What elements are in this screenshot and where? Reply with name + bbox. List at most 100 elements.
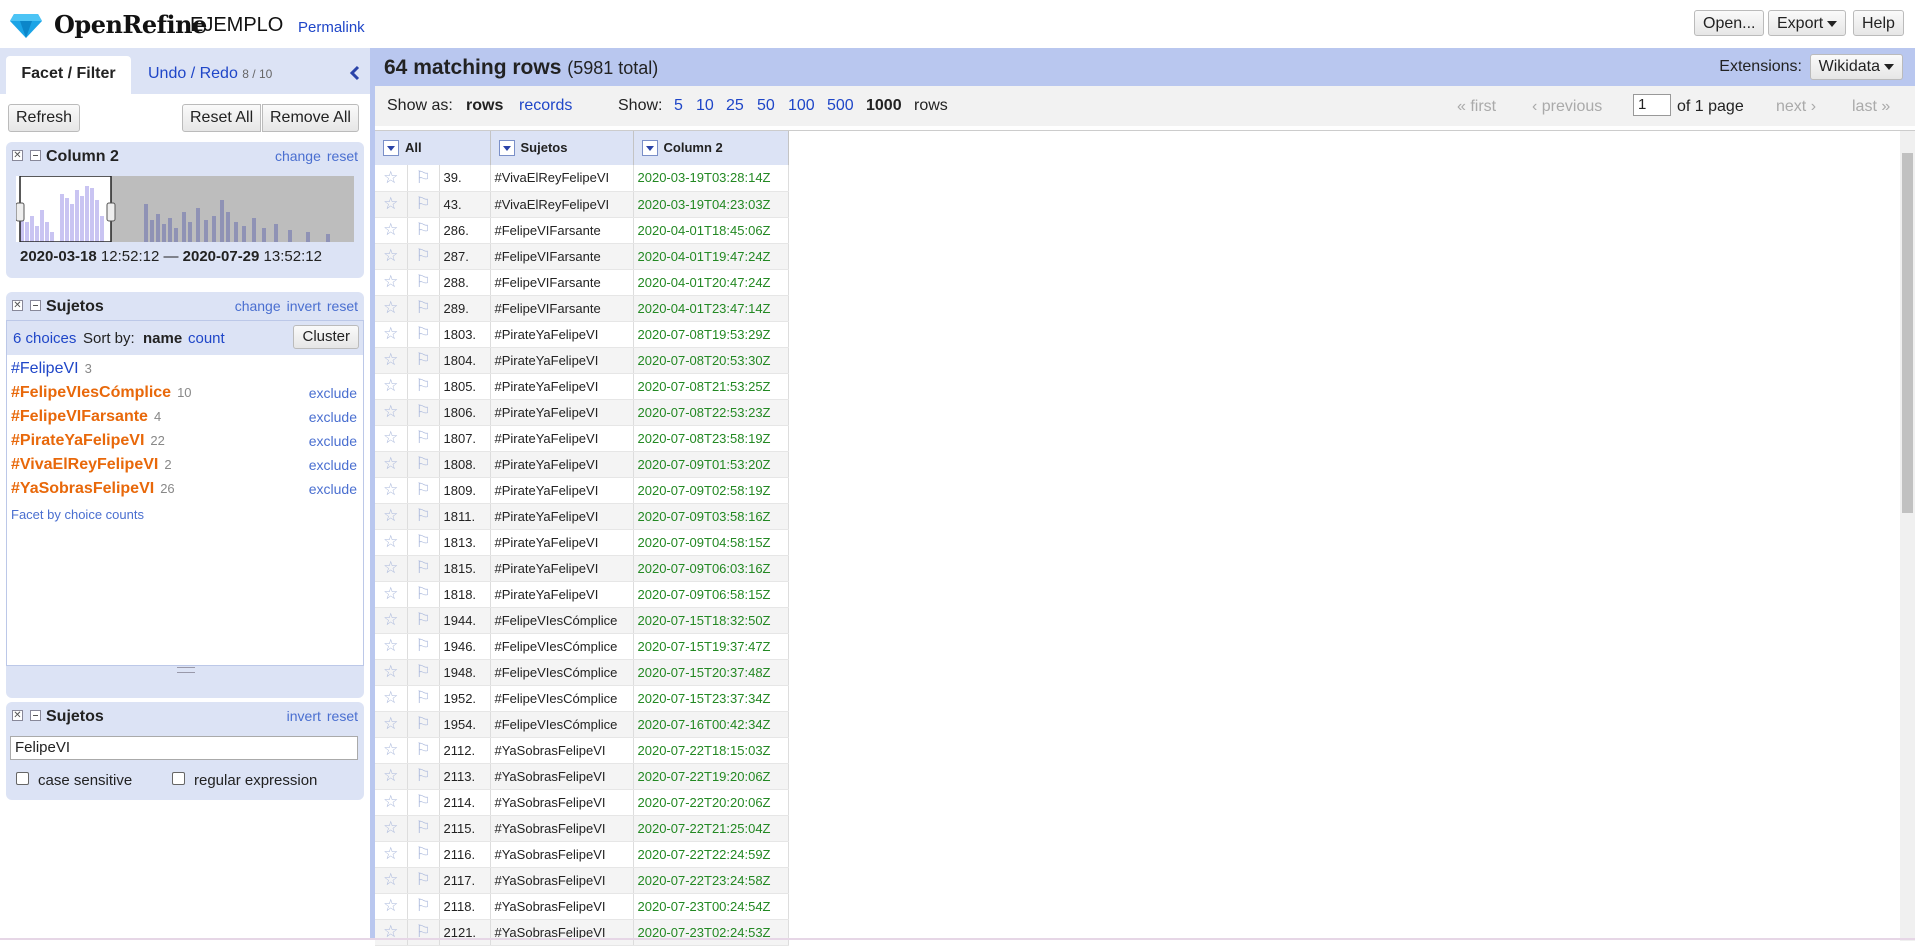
flag-icon[interactable]: ⚐ xyxy=(407,451,440,478)
flag-icon[interactable]: ⚐ xyxy=(407,633,440,660)
star-icon[interactable]: ☆ xyxy=(375,789,408,816)
cell-sujetos[interactable]: #PirateYaFelipeVI xyxy=(490,399,634,426)
flag-icon[interactable]: ⚐ xyxy=(407,815,440,842)
star-icon[interactable]: ☆ xyxy=(375,399,408,426)
cell-sujetos[interactable]: #FelipeVIesCómplice xyxy=(490,607,634,634)
resize-handle-icon[interactable] xyxy=(177,667,195,673)
star-icon[interactable]: ☆ xyxy=(375,711,408,738)
star-icon[interactable]: ☆ xyxy=(375,841,408,868)
page-size-50[interactable]: 50 xyxy=(757,97,775,115)
flag-icon[interactable]: ⚐ xyxy=(407,737,440,764)
cell-column-2[interactable]: 2020-07-08T20:53:30Z xyxy=(633,347,789,374)
open-button[interactable]: Open... xyxy=(1694,10,1765,36)
flag-icon[interactable]: ⚐ xyxy=(407,399,440,426)
cell-sujetos[interactable]: #YaSobrasFelipeVI xyxy=(490,763,634,790)
case-sensitive-checkbox[interactable] xyxy=(16,772,29,785)
tab-undo-redo[interactable]: Undo / Redo 8 / 10 xyxy=(148,56,272,94)
project-name[interactable]: EJEMPLO xyxy=(190,14,283,37)
page-number-input[interactable]: 1 xyxy=(1633,94,1671,116)
openrefine-logo-icon[interactable] xyxy=(10,12,42,38)
star-icon[interactable]: ☆ xyxy=(375,607,408,634)
cell-column-2[interactable]: 2020-04-01T20:47:24Z xyxy=(633,269,789,296)
cell-column-2[interactable]: 2020-07-15T19:37:47Z xyxy=(633,633,789,660)
collapse-panel-icon[interactable] xyxy=(346,64,364,82)
tab-facet-filter[interactable]: Facet / Filter xyxy=(6,56,131,94)
cell-sujetos[interactable]: #PirateYaFelipeVI xyxy=(490,555,634,582)
sort-by-name[interactable]: name xyxy=(143,330,182,347)
exclude-link[interactable]: exclude xyxy=(309,433,357,449)
page-size-500[interactable]: 500 xyxy=(827,97,854,115)
cell-column-2[interactable]: 2020-07-09T04:58:15Z xyxy=(633,529,789,556)
reset-link[interactable]: reset xyxy=(327,708,358,724)
invert-link[interactable]: invert xyxy=(287,708,321,724)
page-size-10[interactable]: 10 xyxy=(696,97,714,115)
star-icon[interactable]: ☆ xyxy=(375,295,408,322)
flag-icon[interactable]: ⚐ xyxy=(407,217,440,244)
cell-column-2[interactable]: 2020-03-19T04:23:03Z xyxy=(633,191,789,218)
regex-checkbox[interactable] xyxy=(172,772,185,785)
cell-column-2[interactable]: 2020-07-15T18:32:50Z xyxy=(633,607,789,634)
star-icon[interactable]: ☆ xyxy=(375,243,408,270)
choice-item[interactable]: #FelipeVI 3 xyxy=(11,360,92,378)
cell-sujetos[interactable]: #PirateYaFelipeVI xyxy=(490,373,634,400)
cell-sujetos[interactable]: #VivaElReyFelipeVI xyxy=(490,191,634,218)
flag-icon[interactable]: ⚐ xyxy=(407,347,440,374)
reset-link[interactable]: reset xyxy=(327,298,358,314)
column-menu-icon[interactable] xyxy=(498,140,515,157)
cell-column-2[interactable]: 2020-04-01T19:47:24Z xyxy=(633,243,789,270)
flag-icon[interactable]: ⚐ xyxy=(407,373,440,400)
cell-sujetos[interactable]: #YaSobrasFelipeVI xyxy=(490,867,634,894)
cell-sujetos[interactable]: #FelipeVIesCómplice xyxy=(490,685,634,712)
flag-icon[interactable]: ⚐ xyxy=(407,711,440,738)
page-size-1000[interactable]: 1000 xyxy=(866,97,902,115)
cell-sujetos[interactable]: #FelipeVIFarsante xyxy=(490,217,634,244)
remove-all-button[interactable]: Remove All xyxy=(262,104,359,132)
cell-sujetos[interactable]: #PirateYaFelipeVI xyxy=(490,425,634,452)
help-button[interactable]: Help xyxy=(1853,10,1904,36)
last-page-link[interactable]: last » xyxy=(1852,98,1890,116)
star-icon[interactable]: ☆ xyxy=(375,737,408,764)
star-icon[interactable]: ☆ xyxy=(375,165,408,192)
cell-column-2[interactable]: 2020-07-09T06:03:16Z xyxy=(633,555,789,582)
flag-icon[interactable]: ⚐ xyxy=(407,685,440,712)
timeline-histogram[interactable] xyxy=(16,176,354,242)
permalink-link[interactable]: Permalink xyxy=(298,19,365,36)
cell-sujetos[interactable]: #YaSobrasFelipeVI xyxy=(490,737,634,764)
choice-item[interactable]: #PirateYaFelipeVI 22 xyxy=(11,432,165,450)
cell-column-2[interactable]: 2020-07-09T01:53:20Z xyxy=(633,451,789,478)
cell-column-2[interactable]: 2020-07-23T02:24:53Z xyxy=(633,919,789,946)
flag-icon[interactable]: ⚐ xyxy=(407,269,440,296)
cell-sujetos[interactable]: #PirateYaFelipeVI xyxy=(490,477,634,504)
vertical-scrollbar[interactable] xyxy=(1900,131,1915,941)
flag-icon[interactable]: ⚐ xyxy=(407,581,440,608)
cell-column-2[interactable]: 2020-07-22T21:25:04Z xyxy=(633,815,789,842)
cell-sujetos[interactable]: #FelipeVIesCómplice xyxy=(490,711,634,738)
star-icon[interactable]: ☆ xyxy=(375,763,408,790)
refresh-button[interactable]: Refresh xyxy=(8,104,81,132)
flag-icon[interactable]: ⚐ xyxy=(407,867,440,894)
cell-column-2[interactable]: 2020-07-09T02:58:19Z xyxy=(633,477,789,504)
flag-icon[interactable]: ⚐ xyxy=(407,503,440,530)
cell-column-2[interactable]: 2020-04-01T23:47:14Z xyxy=(633,295,789,322)
flag-icon[interactable]: ⚐ xyxy=(407,555,440,582)
records-mode-link[interactable]: records xyxy=(519,97,572,115)
cell-column-2[interactable]: 2020-07-09T03:58:16Z xyxy=(633,503,789,530)
flag-icon[interactable]: ⚐ xyxy=(407,919,440,946)
cell-column-2[interactable]: 2020-07-22T18:15:03Z xyxy=(633,737,789,764)
flag-icon[interactable]: ⚐ xyxy=(407,477,440,504)
cell-sujetos[interactable]: #PirateYaFelipeVI xyxy=(490,347,634,374)
choice-item[interactable]: #FelipeVIFarsante 4 xyxy=(11,408,161,426)
cell-sujetos[interactable]: #YaSobrasFelipeVI xyxy=(490,893,634,920)
minimize-facet-icon[interactable] xyxy=(30,150,41,161)
facet-by-choice-counts-link[interactable]: Facet by choice counts xyxy=(11,507,144,522)
cell-sujetos[interactable]: #PirateYaFelipeVI xyxy=(490,581,634,608)
star-icon[interactable]: ☆ xyxy=(375,555,408,582)
rows-mode[interactable]: rows xyxy=(466,97,503,115)
cell-sujetos[interactable]: #FelipeVIesCómplice xyxy=(490,633,634,660)
star-icon[interactable]: ☆ xyxy=(375,425,408,452)
star-icon[interactable]: ☆ xyxy=(375,633,408,660)
cell-sujetos[interactable]: #PirateYaFelipeVI xyxy=(490,321,634,348)
exclude-link[interactable]: exclude xyxy=(309,457,357,473)
flag-icon[interactable]: ⚐ xyxy=(407,607,440,634)
left-drag-handle-icon[interactable] xyxy=(16,202,25,222)
